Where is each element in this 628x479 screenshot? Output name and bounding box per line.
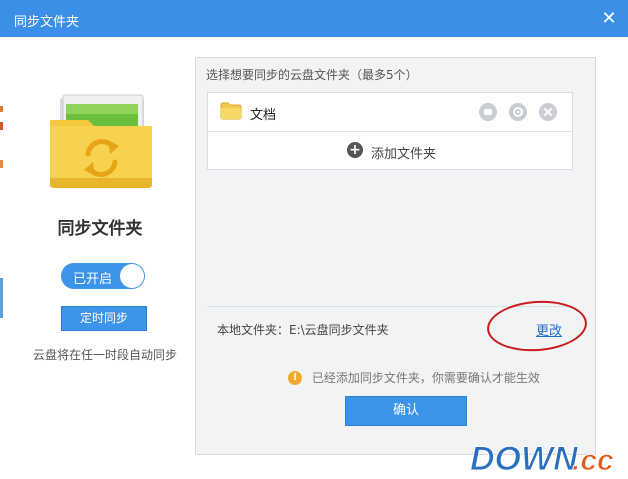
close-icon[interactable]: ✕ <box>598 8 620 30</box>
folder-name: 文档 <box>250 108 277 123</box>
scheduled-sync-button[interactable]: 定时同步 <box>61 306 147 331</box>
gear-icon[interactable] <box>509 103 527 121</box>
info-text: 已经添加同步文件夹，你需要确认才能生效 <box>311 371 540 385</box>
sync-folder-dialog: 同步文件夹 ✕ 同步文件夹 已开启 定时同步 云盘将在任一时段自动同步 选择想要… <box>0 0 628 479</box>
down-cc-watermark: DOWN .cc <box>470 440 615 477</box>
folder-icon <box>220 102 242 120</box>
plus-icon: + <box>347 142 363 158</box>
svg-text:.cc: .cc <box>572 444 614 476</box>
confirm-button[interactable]: 确认 <box>345 396 467 426</box>
sync-toggle[interactable]: 已开启 <box>61 263 145 289</box>
add-folder-button[interactable]: + 添加文件夹 <box>208 132 572 169</box>
sync-folder-icon <box>50 94 152 188</box>
svg-text:DOWN: DOWN <box>470 440 579 476</box>
info-icon: ! <box>288 370 302 385</box>
list-item[interactable]: 文档 <box>208 93 572 132</box>
open-folder-icon[interactable] <box>479 103 497 121</box>
auto-sync-note: 云盘将在任一时段自动同步 <box>33 348 178 362</box>
toggle-knob <box>120 264 144 288</box>
local-folder-path: 本地文件夹：E:\云盘同步文件夹 <box>217 323 389 337</box>
window-title: 同步文件夹 <box>14 15 80 30</box>
title-bar[interactable]: 同步文件夹 ✕ <box>0 0 628 37</box>
toggle-label: 已开启 <box>73 272 113 287</box>
remove-icon[interactable] <box>539 103 557 121</box>
panel-heading: 选择想要同步的云盘文件夹（最多5个） <box>206 68 418 82</box>
cloud-folder-list: 文档 + 添加文件夹 <box>207 92 573 170</box>
change-path-link[interactable]: 更改 <box>536 320 562 339</box>
folder-selection-panel: 选择想要同步的云盘文件夹（最多5个） 文档 + 添加文件夹 本地文件夹：E:\云… <box>195 57 596 455</box>
add-folder-label: 添加文件夹 <box>371 147 437 162</box>
info-message: ! 已经添加同步文件夹，你需要确认才能生效 <box>288 369 540 386</box>
left-heading: 同步文件夹 <box>57 219 143 239</box>
background-edge-strip <box>0 100 3 380</box>
